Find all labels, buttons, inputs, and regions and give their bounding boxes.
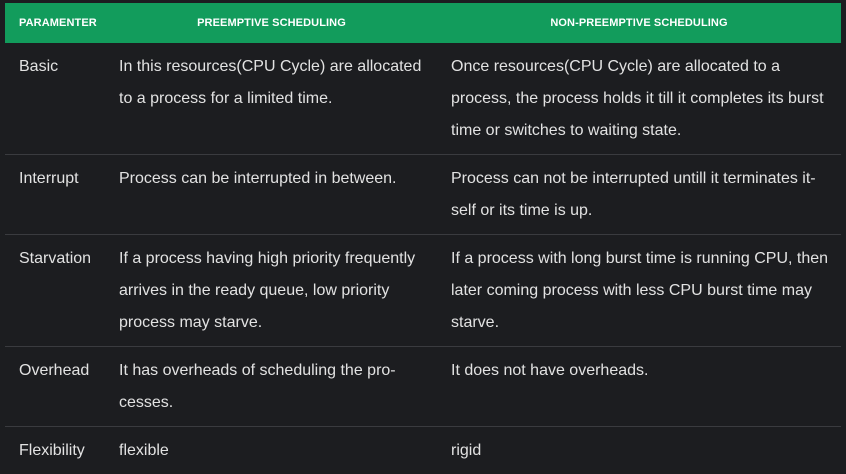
header-preemptive: PREEMPTIVE SCHEDULING xyxy=(106,3,437,43)
cell-parameter: Basic xyxy=(5,43,106,155)
cell-preemptive: Process can be interrupted in between. xyxy=(106,155,437,235)
cell-non-preemptive: It does not have overheads. xyxy=(437,347,841,427)
cell-preemptive: If a process having high priority freque… xyxy=(106,235,437,347)
cell-preemptive: flexible xyxy=(106,427,437,474)
header-row: PARAMENTER PREEMPTIVE SCHEDULING NON-PRE… xyxy=(5,3,841,43)
cell-non-preemptive: rigid xyxy=(437,427,841,474)
cell-non-preemptive: Once resources(CPU Cycle) are allocated … xyxy=(437,43,841,155)
cell-preemptive: It has overheads of scheduling the pro-c… xyxy=(106,347,437,427)
table-row: Flexibility flexible rigid xyxy=(5,427,841,474)
cell-parameter: Interrupt xyxy=(5,155,106,235)
table-header: PARAMENTER PREEMPTIVE SCHEDULING NON-PRE… xyxy=(5,3,841,43)
cell-non-preemptive: Process can not be interrupted untill it… xyxy=(437,155,841,235)
comparison-table-container: PARAMENTER PREEMPTIVE SCHEDULING NON-PRE… xyxy=(5,3,841,474)
cell-parameter: Starvation xyxy=(5,235,106,347)
cell-preemptive: In this resources(CPU Cycle) are allocat… xyxy=(106,43,437,155)
table-row: Interrupt Process can be interrupted in … xyxy=(5,155,841,235)
header-non-preemptive: NON-PREEMPTIVE SCHEDULING xyxy=(437,3,841,43)
table-row: Basic In this resources(CPU Cycle) are a… xyxy=(5,43,841,155)
cell-parameter: Flexibility xyxy=(5,427,106,474)
cell-parameter: Overhead xyxy=(5,347,106,427)
header-parameter: PARAMENTER xyxy=(5,3,106,43)
cell-non-preemptive: If a process with long burst time is run… xyxy=(437,235,841,347)
scheduling-comparison-table: PARAMENTER PREEMPTIVE SCHEDULING NON-PRE… xyxy=(5,3,841,474)
table-row: Overhead It has overheads of scheduling … xyxy=(5,347,841,427)
table-row: Starvation If a process having high prio… xyxy=(5,235,841,347)
table-body: Basic In this resources(CPU Cycle) are a… xyxy=(5,43,841,474)
